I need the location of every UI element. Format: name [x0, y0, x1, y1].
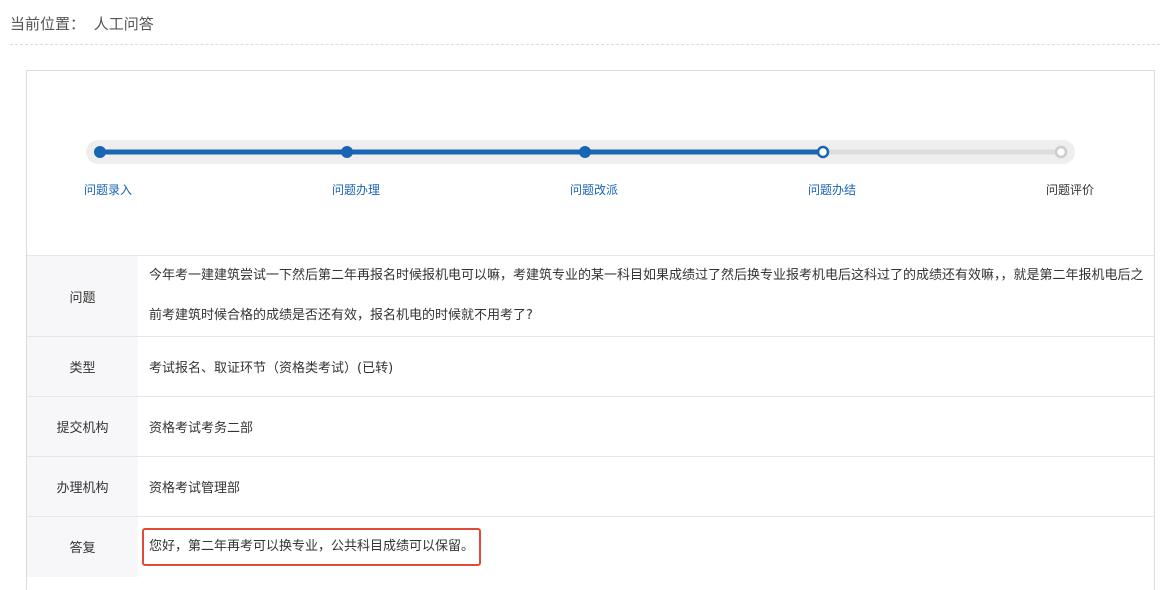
answer-highlight-box: 您好，第二年再考可以换专业，公共科目成绩可以保留。 [142, 527, 482, 566]
step-label-handling[interactable]: 问题办理 [332, 181, 380, 198]
answer-cell: 您好，第二年再考可以换专业，公共科目成绩可以保留。 [138, 517, 1155, 577]
question-text: 今年考一建建筑尝试一下然后第二年再报名时候报机电可以嘛，考建筑专业的某一科目如果… [149, 268, 1144, 323]
step-label-closed[interactable]: 问题办结 [808, 181, 856, 198]
question-label: 问题 [27, 255, 138, 337]
submit-org-label: 提交机构 [27, 396, 138, 457]
step-label-reassign[interactable]: 问题改派 [570, 181, 618, 198]
handle-org-label: 办理机构 [27, 456, 138, 517]
step-dot-5-pending [1054, 145, 1068, 159]
step-dot-4-current [816, 145, 830, 159]
table-row-answer: 答复 您好，第二年再考可以换专业，公共科目成绩可以保留。 [27, 516, 1155, 577]
table-row-handle-org: 办理机构 资格考试管理部 [27, 456, 1155, 517]
step-label-entry[interactable]: 问题录入 [84, 181, 132, 198]
handle-org-value: 资格考试管理部 [149, 481, 241, 496]
table-row-question: 问题 今年考一建建筑尝试一下然后第二年再报名时候报机电可以嘛，考建筑专业的某一科… [27, 255, 1155, 337]
progress-track [86, 140, 1075, 164]
submit-org-value: 资格考试考务二部 [149, 421, 254, 436]
type-label: 类型 [27, 336, 138, 397]
table-row-submit-org: 提交机构 资格考试考务二部 [27, 396, 1155, 457]
step-dot-3 [579, 146, 591, 158]
step-dot-2 [341, 146, 353, 158]
detail-table: 问题 今年考一建建筑尝试一下然后第二年再报名时候报机电可以嘛，考建筑专业的某一科… [27, 255, 1155, 577]
step-dot-1 [94, 146, 106, 158]
table-row-type: 类型 考试报名、取证环节（资格类考试）(已转) [27, 336, 1155, 397]
type-value: 考试报名、取证环节（资格类考试）(已转) [149, 361, 394, 376]
step-label-evaluate: 问题评价 [1046, 183, 1095, 197]
answer-label: 答复 [27, 516, 138, 577]
